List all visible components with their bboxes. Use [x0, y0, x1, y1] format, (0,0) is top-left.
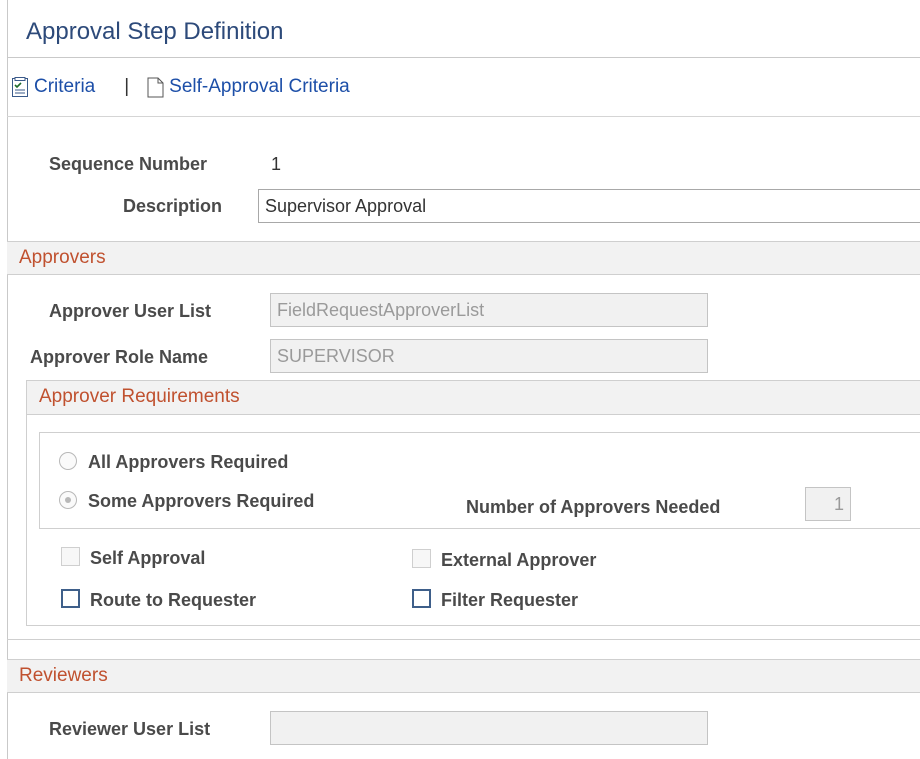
- approvers-bottom-divider: [7, 639, 920, 640]
- links-divider: [7, 116, 920, 117]
- approvers-section-header: Approvers: [7, 241, 920, 275]
- title-divider: [7, 57, 920, 58]
- description-input[interactable]: [258, 189, 920, 223]
- some-approvers-required-label: Some Approvers Required: [88, 491, 315, 511]
- sequence-number-value: 1: [271, 154, 282, 174]
- filter-requester-label: Filter Requester: [441, 590, 579, 610]
- reviewer-user-list-input: [270, 711, 708, 745]
- criteria-link[interactable]: Criteria: [34, 76, 95, 98]
- external-approver-checkbox: [412, 549, 431, 568]
- self-approval-checkbox: [61, 547, 80, 566]
- criteria-links: Criteria | Self-Approval Criteria: [12, 76, 350, 98]
- some-approvers-required-radio[interactable]: [59, 491, 77, 509]
- route-to-requester-label: Route to Requester: [90, 590, 257, 610]
- self-approval-label: Self Approval: [90, 548, 206, 568]
- approver-role-name-label: Approver Role Name: [30, 347, 209, 367]
- all-approvers-required-label: All Approvers Required: [88, 452, 289, 472]
- filter-requester-checkbox[interactable]: [412, 589, 431, 608]
- approver-user-list-label: Approver User List: [49, 301, 212, 321]
- all-approvers-required-radio[interactable]: [59, 452, 77, 470]
- page-title: Approval Step Definition: [26, 18, 284, 45]
- description-label: Description: [123, 196, 223, 216]
- route-to-requester-checkbox[interactable]: [61, 589, 80, 608]
- reviewer-user-list-label: Reviewer User List: [49, 719, 211, 739]
- link-separator: |: [124, 76, 130, 97]
- reviewers-section-header: Reviewers: [7, 659, 920, 693]
- external-approver-label: External Approver: [441, 550, 597, 570]
- criteria-checklist-icon[interactable]: [12, 76, 29, 98]
- sequence-number-label: Sequence Number: [49, 154, 208, 174]
- self-approval-criteria-link[interactable]: Self-Approval Criteria: [169, 76, 350, 98]
- frame-left-border: [7, 0, 8, 759]
- approver-user-list-input: [270, 293, 708, 327]
- document-icon[interactable]: [147, 77, 164, 98]
- approver-role-name-input: [270, 339, 708, 373]
- number-of-approvers-needed-input: [805, 487, 851, 521]
- number-of-approvers-needed-label: Number of Approvers Needed: [466, 497, 721, 517]
- approver-requirements-header: Approver Requirements: [27, 381, 920, 415]
